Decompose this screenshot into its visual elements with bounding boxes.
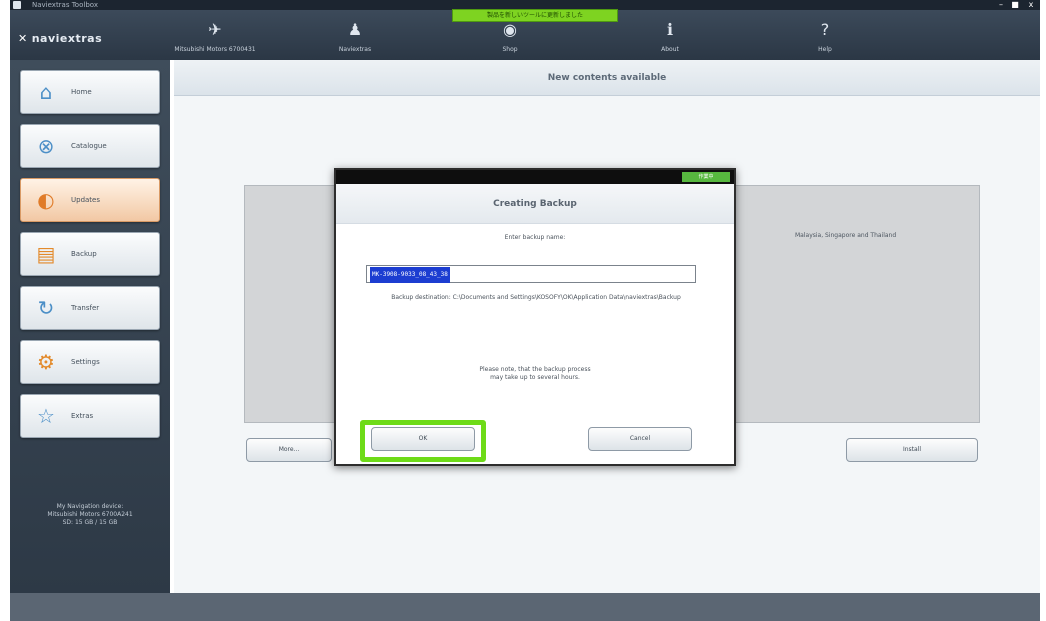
sidebar-item-label: Settings [71, 358, 100, 366]
sidebar-item-label: Transfer [71, 304, 100, 312]
more-button[interactable]: More... [246, 438, 332, 462]
settings-icon: ⚙ [37, 350, 55, 374]
dialog-status-tag: 作業中 [682, 172, 730, 182]
nav-tab-label: Shop [502, 46, 518, 53]
backup-note: Please note, that the backup process may… [479, 366, 591, 381]
sidebar: ⌂ Home ⊗ Catalogue ◐ Updates ▤ Backup ↻ … [10, 60, 170, 593]
nav-tab-naviextras[interactable]: ♟ Naviextras [300, 10, 410, 60]
sidebar-item-label: Catalogue [71, 142, 107, 150]
satellite-icon: ✈ [208, 20, 222, 39]
sidebar-item-updates[interactable]: ◐ Updates [20, 178, 160, 222]
naviextras-logo: ✕ naviextras [18, 32, 103, 45]
catalogue-icon: ⊗ [37, 134, 55, 158]
updates-icon: ◐ [37, 188, 55, 212]
minimize-button[interactable]: – [994, 0, 1008, 10]
help-icon: ? [820, 20, 830, 39]
close-button[interactable]: x [1024, 0, 1038, 10]
ok-button[interactable]: OK [371, 427, 475, 451]
sidebar-item-label: Home [71, 88, 92, 96]
info-icon: ℹ [666, 20, 674, 39]
install-button[interactable]: Install [846, 438, 978, 462]
creating-backup-dialog: 作業中 Creating Backup Enter backup name: M… [334, 168, 736, 466]
nav-tab-label: Mitsubishi Motors 6700431 [174, 46, 256, 53]
bottom-bar [10, 593, 1040, 621]
backup-destination: Backup destination: C:\Documents and Set… [391, 294, 681, 301]
window-title: Naviextras Toolbox [32, 1, 98, 9]
sidebar-item-transfer[interactable]: ↻ Transfer [20, 286, 160, 330]
nav-tab-label: About [661, 46, 679, 53]
sidebar-item-label: Backup [71, 250, 97, 258]
nav-tab-help[interactable]: ? Help [770, 10, 880, 60]
nav-tab-label: Help [818, 46, 832, 53]
logo-x-icon: ✕ [18, 32, 28, 45]
device-info: My Navigation device: Mitsubishi Motors … [47, 503, 133, 526]
status-notice: 製品を新しいツールに更新しました [452, 9, 618, 22]
app-icon [13, 1, 21, 9]
sidebar-item-label: Updates [71, 196, 100, 204]
market-icon: ♟ [347, 20, 363, 39]
sidebar-item-label: Extras [71, 412, 94, 420]
backup-name-label: Enter backup name: [504, 234, 566, 241]
nav-tab-device[interactable]: ✈ Mitsubishi Motors 6700431 [160, 10, 270, 60]
dialog-title: Creating Backup [336, 184, 734, 224]
nav-tab-about[interactable]: ℹ About [615, 10, 725, 60]
sidebar-item-backup[interactable]: ▤ Backup [20, 232, 160, 276]
sidebar-item-catalogue[interactable]: ⊗ Catalogue [20, 124, 160, 168]
sidebar-item-extras[interactable]: ☆ Extras [20, 394, 160, 438]
sidebar-item-settings[interactable]: ⚙ Settings [20, 340, 160, 384]
nav-tab-label: Naviextras [338, 46, 372, 53]
globe-icon: ◉ [503, 20, 517, 39]
extras-icon: ☆ [37, 404, 55, 428]
maximize-button[interactable]: ■ [1008, 0, 1022, 10]
app-window: Naviextras Toolbox – ■ x ✕ naviextras ✈ M… [0, 0, 1046, 621]
transfer-icon: ↻ [37, 296, 55, 320]
home-icon: ⌂ [39, 80, 53, 104]
page-title: New contents available [174, 60, 1040, 96]
cancel-button[interactable]: Cancel [588, 427, 692, 451]
sidebar-item-home[interactable]: ⌂ Home [20, 70, 160, 114]
dialog-top-bar: 作業中 [336, 170, 734, 184]
backup-name-input[interactable]: MK-3908-9033_08_43_38 [366, 265, 696, 283]
backup-name-value: MK-3908-9033_08_43_38 [370, 267, 450, 283]
backup-icon: ▤ [36, 242, 56, 266]
content-description: Malaysia, Singapore and Thailand [795, 232, 897, 239]
